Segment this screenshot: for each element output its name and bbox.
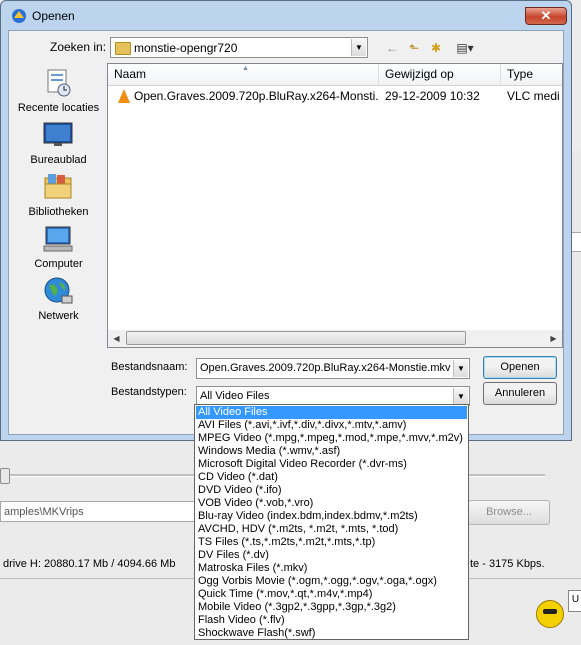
place-computer[interactable]: Computer [11, 224, 106, 276]
scrollbar-thumb[interactable] [126, 331, 466, 345]
filetype-option[interactable]: All Video Files [196, 406, 467, 419]
place-desktop[interactable]: Bureaublad [11, 120, 106, 172]
filetype-option[interactable]: Microsoft Digital Video Recorder (*.dvr-… [196, 458, 467, 471]
look-in-label: Zoeken in: [50, 40, 107, 54]
column-header-type[interactable]: Type [501, 64, 562, 85]
filetype-option[interactable]: Shockwave Flash(*.swf) [196, 627, 467, 640]
folder-icon [115, 42, 131, 55]
place-libraries[interactable]: Bibliotheken [11, 172, 106, 224]
filetype-option[interactable]: Matroska Files (*.mkv) [196, 562, 467, 575]
filetype-option[interactable]: Windows Media (*.wmv,*.asf) [196, 445, 467, 458]
filetype-value: All Video Files [200, 390, 270, 402]
close-button[interactable]: ✕ [525, 7, 567, 25]
filename-value: Open.Graves.2009.720p.BluRay.x264-Monsti… [200, 362, 451, 374]
recent-locations-icon [47, 69, 71, 97]
computer-icon [43, 226, 73, 252]
place-label: Netwerk [38, 310, 79, 322]
network-icon [44, 277, 73, 304]
vlc-cone-icon [118, 89, 130, 103]
app-logo-icon [12, 9, 26, 23]
scroll-left-icon[interactable]: ◀ [109, 331, 124, 346]
filetype-option[interactable]: TS Files (*.ts,*.m2ts,*.m2t,*.mts,*.tp) [196, 536, 467, 549]
sort-ascending-icon: ▲ [242, 65, 249, 72]
file-list[interactable]: Naam ▲ Gewijzigd op Type Open.Graves.200… [107, 63, 563, 348]
filetype-dropdown-list[interactable]: All Video Files AVI Files (*.avi,*.ivf,*… [194, 404, 469, 640]
new-folder-icon[interactable]: ✱ [428, 39, 444, 57]
filetype-option[interactable]: DVD Video (*.ifo) [196, 484, 467, 497]
table-row[interactable]: Open.Graves.2009.720p.BluRay.x264-Monsti… [108, 86, 562, 106]
place-network[interactable]: Netwerk [11, 276, 106, 328]
background-corner-box[interactable]: U [568, 590, 581, 612]
file-type: VLC medi [507, 89, 560, 103]
filetype-option[interactable]: AVI Files (*.avi,*.ivf,*.div,*.divx,*.mt… [196, 419, 467, 432]
dialog-titlebar[interactable]: Openen ✕ [1, 1, 571, 31]
look-in-combo[interactable]: monstie-opengr720 ▼ [110, 37, 368, 58]
open-button[interactable]: Openen [483, 356, 557, 379]
file-list-header: Naam ▲ Gewijzigd op Type [108, 64, 562, 86]
column-header-modified[interactable]: Gewijzigd op [379, 64, 501, 85]
filetype-option[interactable]: Flash Video (*.flv) [196, 614, 467, 627]
dialog-title: Openen [32, 9, 75, 23]
place-label: Bureaublad [30, 154, 87, 166]
filetype-option[interactable]: Ogg Vorbis Movie (*.ogm,*.ogg,*.ogv,*.og… [196, 575, 467, 588]
filename-label: Bestandsnaam: [111, 361, 188, 373]
back-arrow-icon[interactable]: ← [384, 39, 400, 57]
file-modified: 29-12-2009 10:32 [385, 89, 480, 103]
filetype-option[interactable]: MPEG Video (*.mpg,*.mpeg,*.mod,*.mpe,*.m… [196, 432, 467, 445]
smiley-icon[interactable] [536, 600, 564, 628]
desktop-icon [43, 122, 73, 146]
filetype-label: Bestandstypen: [111, 386, 187, 398]
chevron-down-icon[interactable]: ▼ [351, 39, 366, 56]
view-menu-icon[interactable]: ▤▾ [451, 39, 479, 57]
chevron-down-icon[interactable]: ▼ [453, 388, 468, 405]
up-folder-icon[interactable]: ⬑ [406, 39, 422, 57]
scroll-right-icon[interactable]: ▶ [546, 331, 561, 346]
horizontal-scrollbar[interactable]: ◀ ▶ [108, 330, 562, 347]
filetype-option[interactable]: Quick Time (*.mov,*.qt,*.m4v,*.mp4) [196, 588, 467, 601]
filetype-option[interactable]: DV Files (*.dv) [196, 549, 467, 562]
filetype-option[interactable]: AVCHD, HDV (*.m2ts, *.m2t, *.mts, *.tod) [196, 523, 467, 536]
filetype-option[interactable]: Mobile Video (*.3gp2,*.3gpp,*.3gp,*.3g2) [196, 601, 467, 614]
place-label: Bibliotheken [28, 206, 89, 218]
place-recent-locations[interactable]: Recente locaties [11, 68, 106, 120]
slider-thumb[interactable] [0, 468, 10, 484]
place-label: Recente locaties [17, 102, 100, 114]
file-name: Open.Graves.2009.720p.BluRay.x264-Monsti… [134, 89, 378, 103]
background-browse-button[interactable]: Browse... [468, 500, 550, 525]
background-status-right: te - 3175 Kbps. [470, 558, 545, 570]
place-label: Computer [34, 258, 83, 270]
open-file-dialog: Openen ✕ Zoeken in: monstie-opengr720 ▼ … [0, 0, 572, 441]
dialog-client-area: Zoeken in: monstie-opengr720 ▼ ← ⬑ ✱ ▤▾ … [8, 30, 564, 435]
places-bar: Recente locaties Bureaublad Bibliotheken [11, 61, 106, 351]
libraries-icon [44, 174, 72, 199]
filename-field[interactable]: Open.Graves.2009.720p.BluRay.x264-Monsti… [196, 358, 470, 379]
filetype-option[interactable]: Blu-ray Video (index.bdm,index.bdmv,*.m2… [196, 510, 467, 523]
look-in-value: monstie-opengr720 [134, 41, 238, 55]
filetype-option[interactable]: VOB Video (*.vob,*.vro) [196, 497, 467, 510]
filetype-option[interactable]: CD Video (*.dat) [196, 471, 467, 484]
cancel-button[interactable]: Annuleren [483, 382, 557, 405]
chevron-down-icon[interactable]: ▼ [453, 360, 468, 377]
filetype-select[interactable]: All Video Files ▼ [196, 386, 470, 406]
